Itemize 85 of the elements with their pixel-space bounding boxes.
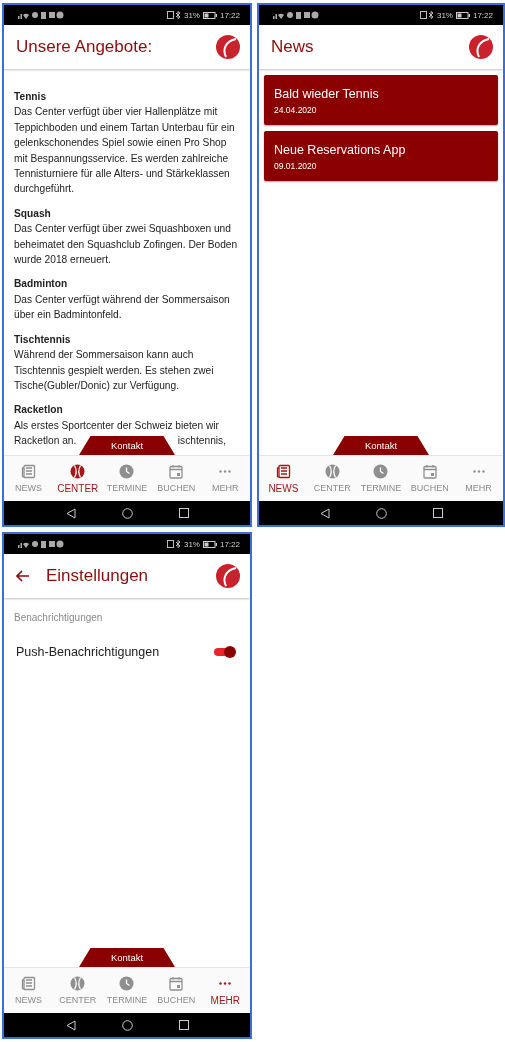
- nav-tab[interactable]: NEWS: [4, 462, 53, 495]
- clock-time: 17:22: [472, 10, 493, 20]
- nfc-bluetooth-icons-drawing: [419, 11, 434, 19]
- home-icon[interactable]: [121, 507, 133, 519]
- screen-title: Einstellungen: [46, 566, 150, 586]
- battery-percent: 31%: [183, 10, 200, 20]
- status-icons-drawing: [18, 540, 64, 548]
- section-text: Das Center verfügt über vier Hallenplätze mit Teppichboden und einem Tartan Unterbau für ein gelenkschonendes Spiel sowie einen Pro Shop mit Bespannungsservice. Es werden zahlreiche Tennisturniere für alle Alters- und Stärkeklassen durchgeführt.: [14, 106, 235, 195]
- section-text: Als erstes Sportcenter der Schweiz bieten wir: [14, 419, 219, 431]
- section-heading: Badminton: [14, 277, 69, 292]
- nav-tab[interactable]: MEHR: [201, 973, 250, 1008]
- news-date: 24.04.2020: [274, 105, 318, 115]
- recents-icon[interactable]: [178, 508, 189, 518]
- recents-icon[interactable]: [178, 1020, 189, 1030]
- more-icon: [219, 981, 232, 985]
- screen-title: News: [271, 37, 315, 57]
- back-icon[interactable]: [65, 507, 76, 519]
- recents-icon[interactable]: [432, 508, 443, 518]
- battery-percent: 31%: [183, 539, 200, 549]
- setting-label: Push-Benachrichtigungen: [16, 645, 160, 659]
- screen-title: Unsere Angebote:: [16, 37, 154, 57]
- settings-group-label: Benachrichtigungen: [13, 611, 104, 623]
- nav-tab[interactable]: TERMINE: [102, 974, 151, 1007]
- section-heading: Tennis: [14, 90, 48, 104]
- newspaper-icon: [21, 464, 37, 479]
- clock-ball-icon: [119, 976, 135, 991]
- clock-ball-icon: [373, 464, 389, 479]
- tennis-ball-logo-icon: [469, 35, 493, 59]
- clock-time: 17:22: [219, 539, 240, 549]
- nav-tab[interactable]: CENTER: [308, 462, 357, 495]
- nav-tab[interactable]: MEHR: [454, 462, 503, 495]
- section-heading: Tischtennis: [14, 332, 72, 347]
- nav-tab[interactable]: CENTER: [53, 461, 102, 496]
- ball-icon: [324, 464, 340, 479]
- section-text: ischtennis,: [177, 434, 226, 449]
- newspaper-icon: [275, 463, 291, 479]
- calendar-icon: [169, 976, 184, 991]
- nav-tab[interactable]: NEWS: [4, 974, 53, 1007]
- toggle-switch[interactable]: [212, 646, 236, 658]
- news-title: Neue Reservations App: [274, 143, 407, 157]
- back-icon[interactable]: [319, 507, 330, 519]
- back-icon[interactable]: [65, 1019, 76, 1031]
- ball-icon: [70, 976, 86, 991]
- nav-tab[interactable]: TERMINE: [102, 462, 151, 495]
- ball-icon: [70, 463, 86, 479]
- news-card[interactable]: Neue Reservations App 09.01.2020: [264, 131, 498, 181]
- battery-icon: [455, 11, 470, 19]
- clock-ball-icon: [119, 464, 135, 479]
- more-icon: [472, 470, 485, 473]
- kontakt-tab[interactable]: Kontakt: [79, 948, 175, 967]
- section-text: Während der Sommersaison kann auch Tischtennis gespielt werden. Es stehen zwei Tische(Gubler/Donic) zur Verfügung.: [14, 349, 214, 391]
- battery-percent: 31%: [436, 10, 453, 20]
- nav-tab[interactable]: NEWS: [259, 461, 308, 496]
- section-heading: Squash: [14, 206, 52, 221]
- section-text: Das Center verfügt während der Sommersaison über ein Badmintonfeld.: [14, 293, 230, 321]
- tennis-ball-logo-icon: [216, 35, 240, 59]
- section-text: Racketlon an.: [14, 434, 77, 449]
- nav-tab[interactable]: BUCHEN: [152, 462, 201, 495]
- back-arrow-icon[interactable]: [16, 570, 30, 582]
- news-date: 09.01.2020: [274, 161, 318, 171]
- home-icon[interactable]: [121, 1019, 133, 1031]
- newspaper-icon: [21, 976, 37, 991]
- nav-tab[interactable]: BUCHEN: [405, 462, 454, 495]
- more-icon: [219, 470, 232, 473]
- section-text: Das Center verfügt über zwei Squashboxen und beheimatet den Squashclub Zofingen. Der Boden wurde 2018 erneuert.: [14, 223, 238, 266]
- nav-tab[interactable]: BUCHEN: [152, 974, 201, 1007]
- clock-time: 17:22: [219, 10, 240, 20]
- home-icon[interactable]: [375, 507, 387, 519]
- nav-tab[interactable]: MEHR: [201, 462, 250, 495]
- kontakt-tab[interactable]: Kontakt: [333, 436, 429, 455]
- calendar-icon: [422, 464, 437, 479]
- tennis-ball-logo-icon: [216, 564, 240, 588]
- calendar-icon: [169, 464, 184, 479]
- status-icons-drawing: [18, 11, 64, 19]
- battery-icon: [202, 540, 217, 548]
- nfc-bluetooth-icons-drawing: [166, 11, 181, 19]
- battery-icon: [202, 11, 217, 19]
- nav-tab[interactable]: TERMINE: [357, 462, 405, 495]
- nav-tab[interactable]: CENTER: [53, 974, 102, 1007]
- status-icons-drawing: [273, 11, 319, 19]
- news-card[interactable]: Bald wieder Tennis 24.04.2020: [264, 75, 498, 125]
- kontakt-tab[interactable]: Kontakt: [79, 436, 175, 455]
- nfc-bluetooth-icons-drawing: [166, 540, 181, 548]
- section-heading: Racketlon: [14, 403, 64, 418]
- news-title: Bald wieder Tennis: [274, 87, 380, 101]
